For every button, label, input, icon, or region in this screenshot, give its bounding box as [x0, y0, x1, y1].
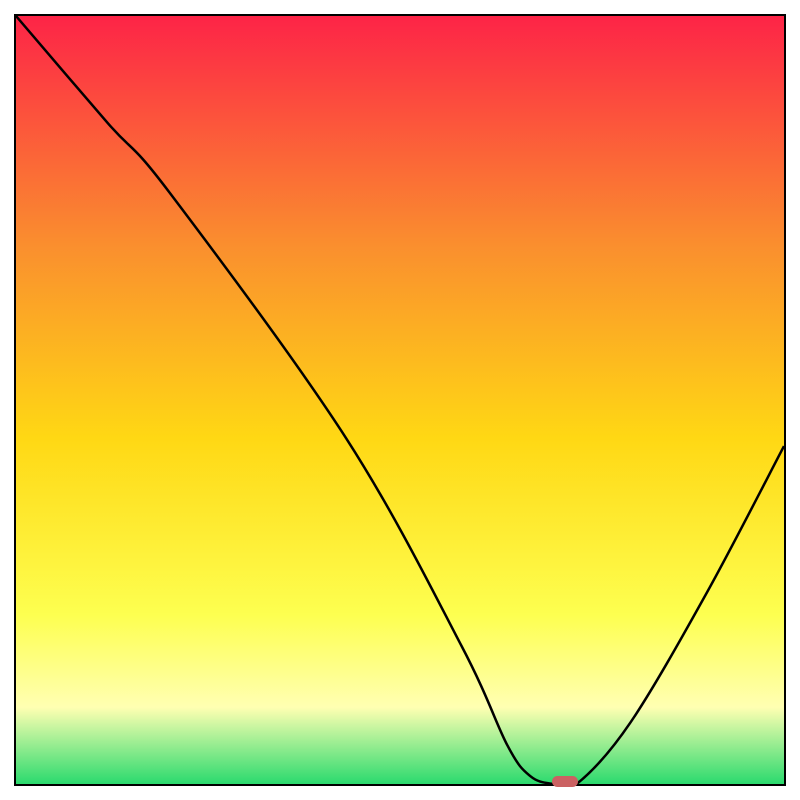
gradient-background: [16, 16, 784, 784]
chart-plot: [16, 16, 784, 784]
chart-frame: TheBottleneck.com: [14, 14, 786, 786]
optimal-point-marker: [552, 776, 578, 787]
